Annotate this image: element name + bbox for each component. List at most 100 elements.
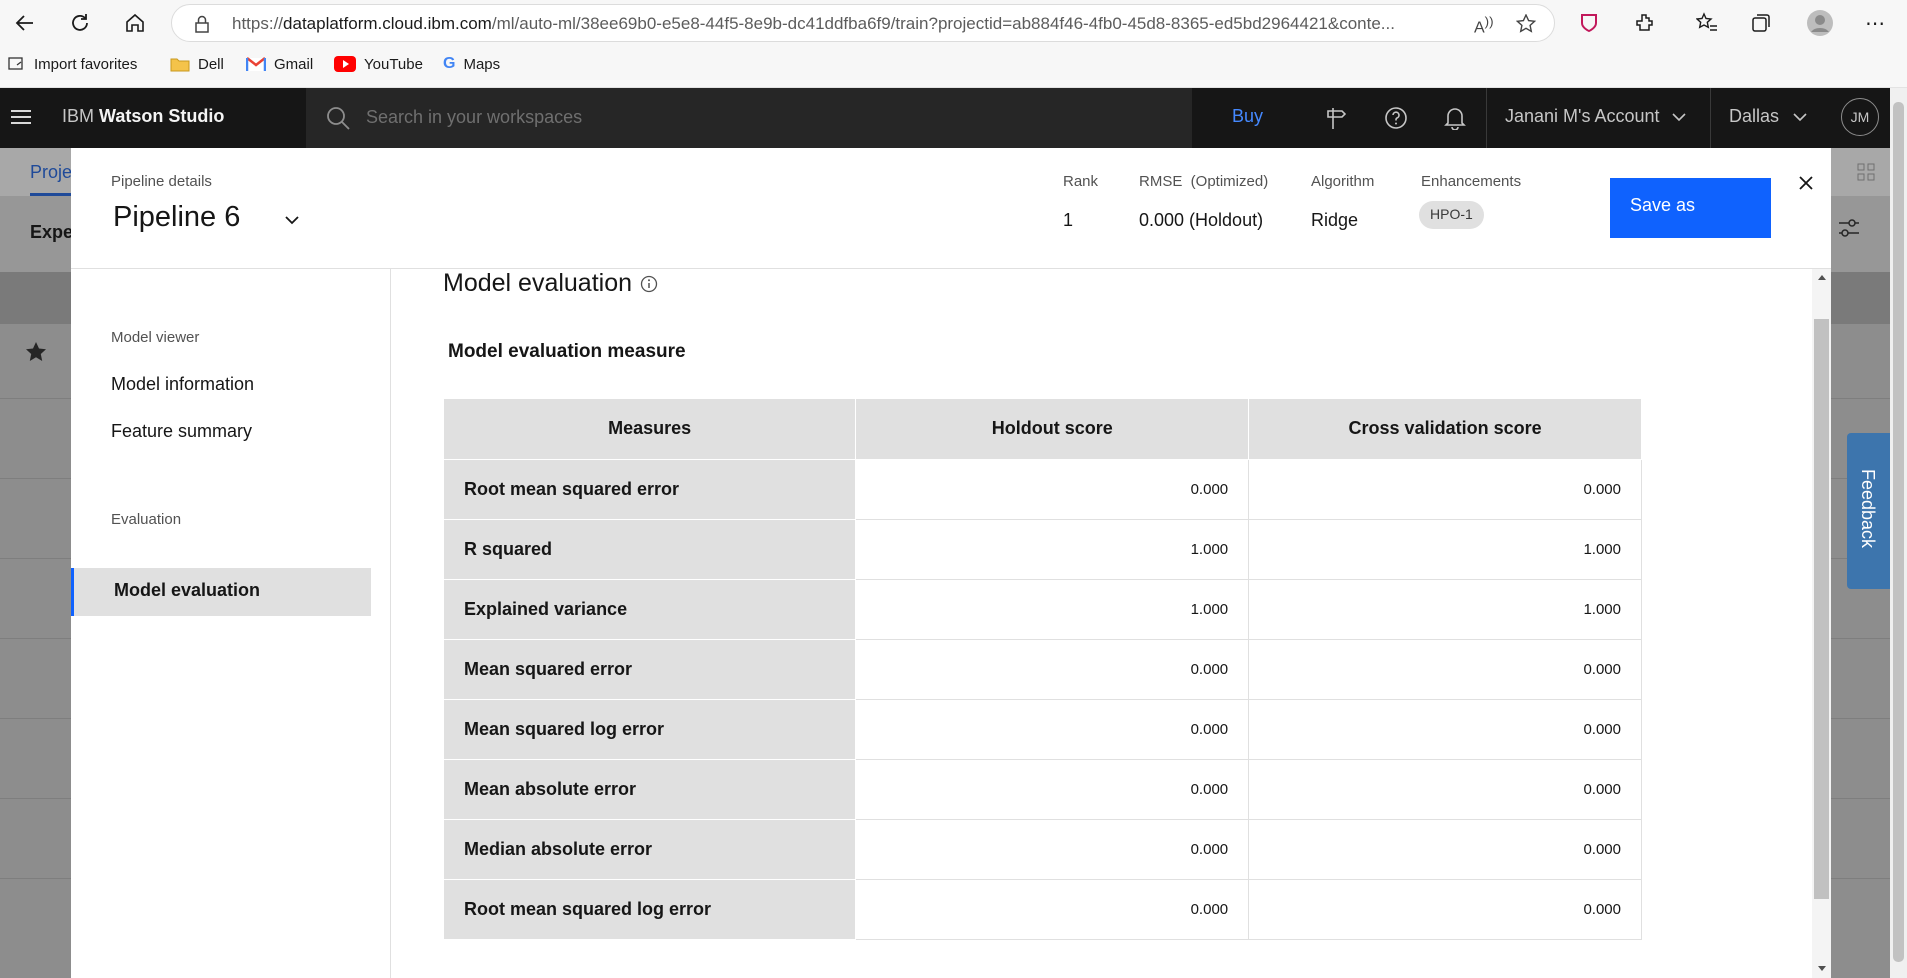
model-viewer-heading: Model viewer bbox=[111, 329, 200, 346]
collections-icon[interactable] bbox=[1744, 6, 1778, 40]
scroll-up-icon[interactable] bbox=[1817, 273, 1827, 281]
sidenav-item-model-evaluation[interactable]: Model evaluation bbox=[71, 568, 371, 616]
save-as-button[interactable]: Save as bbox=[1610, 178, 1771, 238]
region-switcher[interactable]: Dallas bbox=[1729, 106, 1779, 127]
page-scrollbar-thumb[interactable] bbox=[1893, 102, 1904, 962]
measure-name: Explained variance bbox=[444, 579, 857, 640]
pipeline-details-modal: Pipeline details Pipeline 6 Rank 1 RMSE … bbox=[71, 148, 1831, 978]
profile-icon[interactable] bbox=[1803, 6, 1837, 40]
back-icon[interactable] bbox=[8, 6, 42, 40]
sidenav-item-feature-summary[interactable]: Feature summary bbox=[111, 421, 252, 442]
notification-icon[interactable] bbox=[1444, 106, 1466, 130]
column-header-cross-validation: Cross validation score bbox=[1248, 399, 1642, 460]
cv-score: 1.000 bbox=[1248, 519, 1642, 580]
scroll-down-icon[interactable] bbox=[1817, 965, 1827, 973]
search-input[interactable]: Search in your workspaces bbox=[306, 88, 1192, 148]
table-row: Explained variance 1.000 1.000 bbox=[444, 579, 1642, 640]
rmse-label: RMSE (Optimized) bbox=[1139, 173, 1269, 190]
menu-icon[interactable] bbox=[10, 107, 32, 127]
favorites-icon[interactable] bbox=[1690, 6, 1724, 40]
table-row: Median absolute error 0.000 0.000 bbox=[444, 819, 1642, 880]
section-title: Model evaluation bbox=[443, 269, 658, 298]
home-icon[interactable] bbox=[118, 6, 152, 40]
model-viewer-sidenav: Model viewer Model information Feature s… bbox=[71, 269, 391, 978]
feedback-tab[interactable]: Feedback bbox=[1847, 433, 1890, 589]
star-icon bbox=[25, 341, 47, 363]
avatar[interactable]: JM bbox=[1841, 98, 1879, 136]
extension-shield-icon[interactable] bbox=[1572, 6, 1606, 40]
table-row: R squared 1.000 1.000 bbox=[444, 519, 1642, 580]
measure-name: Mean squared log error bbox=[444, 699, 857, 760]
refresh-icon[interactable] bbox=[63, 6, 97, 40]
modal-header: Pipeline details Pipeline 6 Rank 1 RMSE … bbox=[71, 148, 1831, 269]
evaluation-measure-heading: Model evaluation measure bbox=[448, 341, 686, 362]
table-row: Root mean squared error 0.000 0.000 bbox=[444, 459, 1642, 520]
chevron-down-icon[interactable] bbox=[1793, 112, 1807, 122]
column-header-holdout: Holdout score bbox=[855, 399, 1250, 460]
header-divider bbox=[1486, 88, 1487, 148]
measure-name: Root mean squared error bbox=[444, 459, 857, 520]
favorite-maps-link[interactable]: G Maps bbox=[443, 50, 500, 78]
page-scrollbar[interactable] bbox=[1890, 88, 1907, 978]
google-icon: G bbox=[443, 55, 456, 72]
table-row: Mean squared error 0.000 0.000 bbox=[444, 639, 1642, 700]
modal-scrollbar-thumb[interactable] bbox=[1814, 319, 1829, 899]
holdout-score: 0.000 bbox=[855, 879, 1250, 940]
cv-score: 0.000 bbox=[1248, 459, 1642, 520]
measure-name: Root mean squared log error bbox=[444, 879, 857, 940]
extensions-icon[interactable] bbox=[1628, 6, 1662, 40]
pipeline-name[interactable]: Pipeline 6 bbox=[113, 201, 240, 234]
address-bar[interactable]: https://dataplatform.cloud.ibm.com/ml/au… bbox=[171, 4, 1555, 42]
url-text: https://dataplatform.cloud.ibm.com/ml/au… bbox=[232, 14, 1395, 33]
sidenav-item-model-information[interactable]: Model information bbox=[111, 374, 254, 395]
algorithm-label: Algorithm bbox=[1311, 173, 1375, 190]
folder-icon bbox=[170, 56, 190, 72]
more-icon[interactable]: ⋯ bbox=[1858, 6, 1892, 40]
holdout-score: 0.000 bbox=[855, 639, 1250, 700]
measure-name: Mean squared error bbox=[444, 639, 857, 700]
measure-name: Median absolute error bbox=[444, 819, 857, 880]
pipeline-chevron-down-icon[interactable] bbox=[285, 215, 299, 225]
modal-scrollbar[interactable] bbox=[1812, 269, 1831, 978]
column-header-measures: Measures bbox=[444, 399, 857, 460]
favorite-youtube-link[interactable]: YouTube bbox=[334, 50, 423, 78]
signpost-icon[interactable] bbox=[1324, 106, 1346, 130]
read-aloud-icon[interactable]: A)) bbox=[1474, 14, 1494, 37]
info-icon[interactable] bbox=[640, 275, 658, 293]
holdout-score: 0.000 bbox=[855, 759, 1250, 820]
cv-score: 0.000 bbox=[1248, 879, 1642, 940]
header-divider bbox=[1710, 88, 1711, 148]
rank-value: 1 bbox=[1063, 210, 1074, 230]
buy-link[interactable]: Buy bbox=[1232, 106, 1263, 127]
table-row: Root mean squared log error 0.000 0.000 bbox=[444, 879, 1642, 940]
import-favorites-icon bbox=[8, 56, 26, 72]
chevron-down-icon[interactable] bbox=[1672, 112, 1686, 122]
table-header-row: Measures Holdout score Cross validation … bbox=[444, 399, 1642, 460]
cv-score: 0.000 bbox=[1248, 639, 1642, 700]
browser-chrome: https://dataplatform.cloud.ibm.com/ml/au… bbox=[0, 0, 1907, 88]
evaluation-heading: Evaluation bbox=[111, 511, 182, 528]
app-brand[interactable]: IBM Watson Studio bbox=[62, 106, 224, 127]
measure-name: Mean absolute error bbox=[444, 759, 857, 820]
cv-score: 0.000 bbox=[1248, 759, 1642, 820]
table-row: Mean absolute error 0.000 0.000 bbox=[444, 759, 1642, 820]
enhancements-label: Enhancements bbox=[1421, 173, 1522, 190]
app-header: IBM Watson Studio Search in your workspa… bbox=[0, 88, 1890, 148]
model-evaluation-content: Model evaluation Model evaluation measur… bbox=[392, 269, 1832, 978]
close-icon[interactable] bbox=[1791, 168, 1821, 198]
help-icon[interactable] bbox=[1384, 106, 1408, 130]
cv-score: 0.000 bbox=[1248, 699, 1642, 760]
bg-tab-projects: Proje bbox=[30, 162, 73, 182]
account-switcher[interactable]: Janani M's Account bbox=[1505, 106, 1660, 127]
bg-grid-icon bbox=[1856, 162, 1876, 182]
bg-experiment-title: Expe bbox=[30, 222, 74, 242]
favorite-star-icon[interactable] bbox=[1516, 14, 1538, 34]
table-row: Mean squared log error 0.000 0.000 bbox=[444, 699, 1642, 760]
favorite-gmail-link[interactable]: Gmail bbox=[246, 50, 313, 78]
favorite-import[interactable]: Import favorites bbox=[34, 56, 137, 73]
favorite-dell-link[interactable]: Dell bbox=[170, 50, 224, 78]
holdout-score: 1.000 bbox=[855, 579, 1250, 640]
search-icon bbox=[326, 106, 350, 130]
cv-score: 1.000 bbox=[1248, 579, 1642, 640]
enhancement-tag: HPO-1 bbox=[1419, 201, 1484, 229]
